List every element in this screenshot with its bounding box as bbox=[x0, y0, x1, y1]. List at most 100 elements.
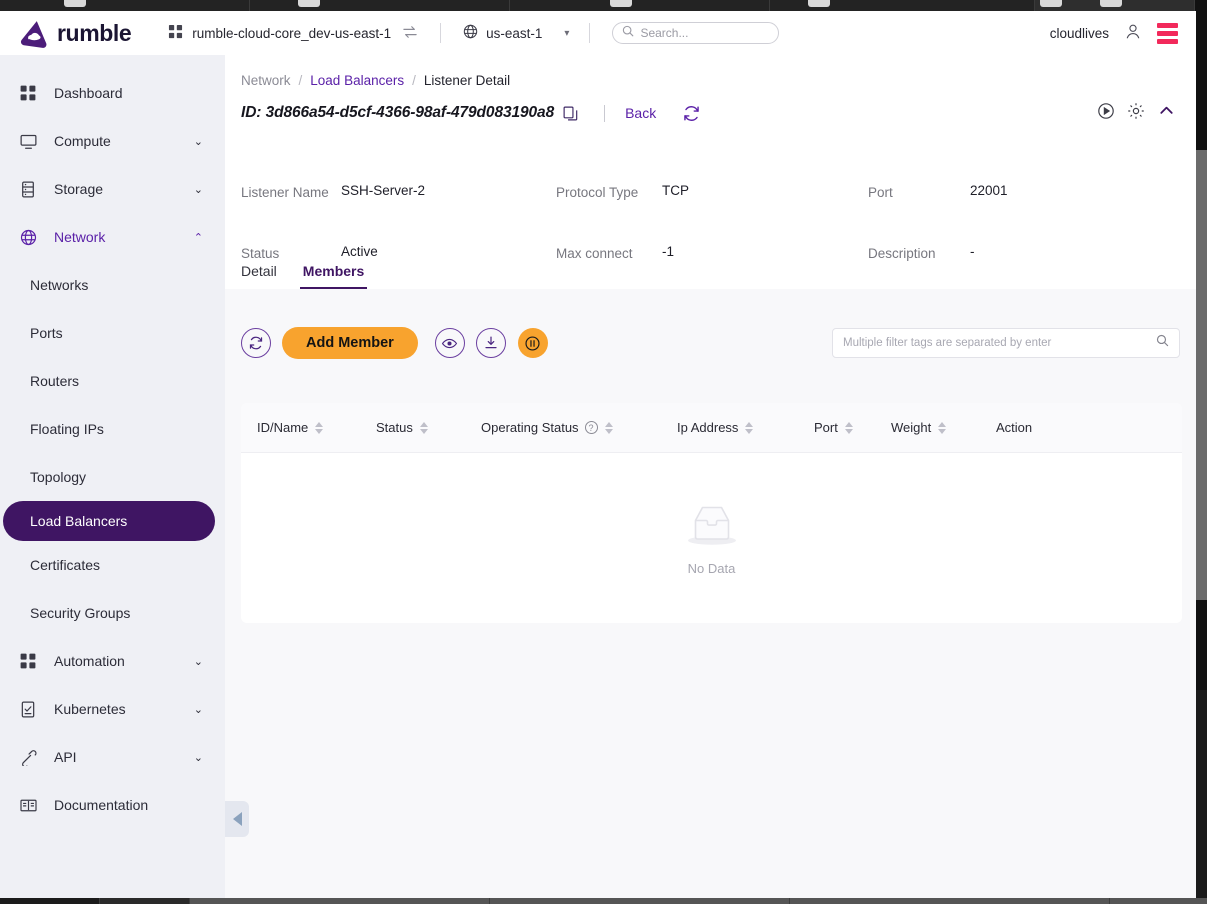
field-row: Status Active Max connect -1 Description… bbox=[225, 244, 1196, 305]
pause-button[interactable] bbox=[517, 328, 548, 358]
region-selector[interactable]: us-east-1 ▾ bbox=[463, 24, 569, 42]
column-label: Operating Status bbox=[481, 420, 579, 435]
app-window: rumble rumble-cloud-core_dev-us-east-1 u… bbox=[0, 11, 1196, 898]
tab-members[interactable]: Members bbox=[299, 263, 368, 289]
chevron-down-icon: ⌄ bbox=[193, 135, 203, 148]
breadcrumb-load-balancers[interactable]: Load Balancers bbox=[310, 73, 404, 88]
sidebar-item-ports[interactable]: Ports bbox=[0, 309, 225, 357]
sidebar-item-documentation[interactable]: Documentation bbox=[0, 781, 225, 829]
listener-detail-card: Network / Load Balancers / Listener Deta… bbox=[225, 55, 1196, 289]
divider bbox=[604, 104, 606, 122]
sidebar-item-label: API bbox=[54, 749, 77, 765]
column-header-weight[interactable]: Weight bbox=[891, 420, 996, 435]
divider bbox=[589, 23, 591, 43]
field-port: Port 22001 bbox=[868, 183, 1168, 244]
sidebar-item-certificates[interactable]: Certificates bbox=[0, 541, 225, 589]
refresh-icon[interactable] bbox=[682, 104, 701, 123]
user-name: cloudlives bbox=[1049, 25, 1109, 41]
project-selector[interactable]: rumble-cloud-core_dev-us-east-1 bbox=[168, 24, 418, 42]
sidebar-item-compute[interactable]: Compute ⌄ bbox=[0, 117, 225, 165]
user-avatar-icon[interactable] bbox=[1123, 21, 1143, 46]
sidebar-subitem-label: Ports bbox=[30, 325, 63, 341]
gear-icon[interactable] bbox=[1127, 102, 1145, 125]
sidebar-subitem-label: Networks bbox=[30, 277, 89, 293]
members-toolbar: Add Member Multiple filter tags are sepa… bbox=[225, 305, 1196, 381]
field-key: Description bbox=[868, 246, 936, 261]
sidebar-item-dashboard[interactable]: Dashboard bbox=[0, 69, 225, 117]
chevron-down-icon: ⌄ bbox=[193, 655, 203, 668]
sidebar-item-network[interactable]: Network ⌃ bbox=[0, 213, 225, 261]
filter-tags-input[interactable]: Multiple filter tags are separated by en… bbox=[832, 328, 1180, 358]
breadcrumb-root: Network bbox=[241, 73, 291, 88]
add-member-button[interactable]: Add Member bbox=[282, 327, 418, 359]
back-button[interactable]: Back bbox=[625, 105, 656, 121]
sidebar-item-security-groups[interactable]: Security Groups bbox=[0, 589, 225, 637]
help-icon[interactable]: ? bbox=[584, 421, 598, 434]
sidebar-item-kubernetes[interactable]: Kubernetes ⌄ bbox=[0, 685, 225, 733]
field-key: Protocol Type bbox=[556, 185, 639, 200]
empty-box-icon bbox=[683, 500, 741, 553]
column-header-port[interactable]: Port bbox=[814, 420, 891, 435]
globe-icon bbox=[463, 24, 478, 42]
tab-detail[interactable]: Detail bbox=[241, 263, 277, 289]
listener-id: ID: 3d866a54-d5cf-4366-98af-479d083190a8 bbox=[241, 104, 555, 121]
sidebar-subitem-label: Floating IPs bbox=[30, 421, 104, 437]
background-browser-tabstrip bbox=[0, 0, 1207, 11]
column-header-status[interactable]: Status bbox=[376, 420, 481, 435]
chevron-down-icon: ⌄ bbox=[193, 703, 203, 716]
listener-fields: Listener Name SSH-Server-2 Protocol Type… bbox=[225, 183, 1196, 305]
sidebar-collapse-handle[interactable] bbox=[225, 801, 249, 837]
download-button[interactable] bbox=[475, 328, 506, 358]
background-window-strip bbox=[1195, 690, 1207, 904]
column-header-ip-address[interactable]: Ip Address bbox=[677, 420, 814, 435]
top-bar: rumble rumble-cloud-core_dev-us-east-1 u… bbox=[0, 11, 1196, 55]
breadcrumb: Network / Load Balancers / Listener Deta… bbox=[225, 55, 1196, 88]
bg-tab-dot bbox=[1100, 0, 1122, 7]
sidebar-item-automation[interactable]: Automation ⌄ bbox=[0, 637, 225, 685]
sort-icon[interactable] bbox=[745, 421, 754, 434]
search-icon[interactable] bbox=[1156, 334, 1169, 352]
sidebar-item-routers[interactable]: Routers bbox=[0, 357, 225, 405]
column-label: Port bbox=[814, 420, 838, 435]
column-header-id-name[interactable]: ID/Name bbox=[257, 420, 376, 435]
field-value: SSH-Server-2 bbox=[341, 183, 426, 198]
brand-logo[interactable]: rumble bbox=[20, 18, 132, 48]
column-label: Ip Address bbox=[677, 420, 739, 435]
column-header-operating-status[interactable]: Operating Status ? bbox=[481, 420, 677, 435]
sort-icon[interactable] bbox=[604, 421, 613, 434]
toggle-visibility-button[interactable] bbox=[434, 328, 465, 358]
chevron-down-icon: ▾ bbox=[564, 27, 570, 39]
sidebar: Dashboard Compute ⌄ Storage ⌄ Network ⌃ … bbox=[0, 55, 225, 898]
swap-icon[interactable] bbox=[402, 25, 418, 42]
global-search[interactable]: Search... bbox=[612, 22, 780, 44]
sidebar-item-storage[interactable]: Storage ⌄ bbox=[0, 165, 225, 213]
sidebar-item-networks[interactable]: Networks bbox=[0, 261, 225, 309]
sidebar-subitem-label: Topology bbox=[30, 469, 87, 485]
sidebar-item-load-balancers[interactable]: Load Balancers bbox=[3, 501, 215, 541]
chevron-up-icon: ⌃ bbox=[193, 231, 203, 244]
sidebar-item-api[interactable]: API ⌄ bbox=[0, 733, 225, 781]
menu-button[interactable] bbox=[1157, 22, 1178, 44]
sidebar-item-label: Kubernetes bbox=[54, 701, 126, 717]
sort-icon[interactable] bbox=[315, 421, 324, 434]
sort-icon[interactable] bbox=[938, 421, 947, 434]
bg-tab bbox=[510, 0, 770, 11]
sidebar-item-label: Compute bbox=[54, 133, 111, 149]
grid-icon bbox=[20, 85, 42, 101]
sidebar-item-topology[interactable]: Topology bbox=[0, 453, 225, 501]
sidebar-item-floating-ips[interactable]: Floating IPs bbox=[0, 405, 225, 453]
book-icon bbox=[20, 798, 42, 813]
sidebar-subitem-label: Certificates bbox=[30, 557, 101, 573]
field-max-connect: Max connect -1 bbox=[556, 244, 868, 305]
field-value: - bbox=[970, 244, 975, 259]
sidebar-subitem-label: Routers bbox=[30, 373, 80, 389]
background-window-strip bbox=[1195, 150, 1207, 600]
play-circle-icon[interactable] bbox=[1097, 102, 1115, 125]
sort-icon[interactable] bbox=[419, 421, 428, 434]
bg-tab-dot bbox=[64, 0, 86, 7]
monitor-icon bbox=[20, 133, 42, 150]
sort-icon[interactable] bbox=[844, 421, 853, 434]
copy-icon[interactable] bbox=[563, 106, 578, 121]
refresh-button[interactable] bbox=[241, 328, 271, 358]
collapse-panel-icon[interactable] bbox=[1157, 101, 1176, 125]
